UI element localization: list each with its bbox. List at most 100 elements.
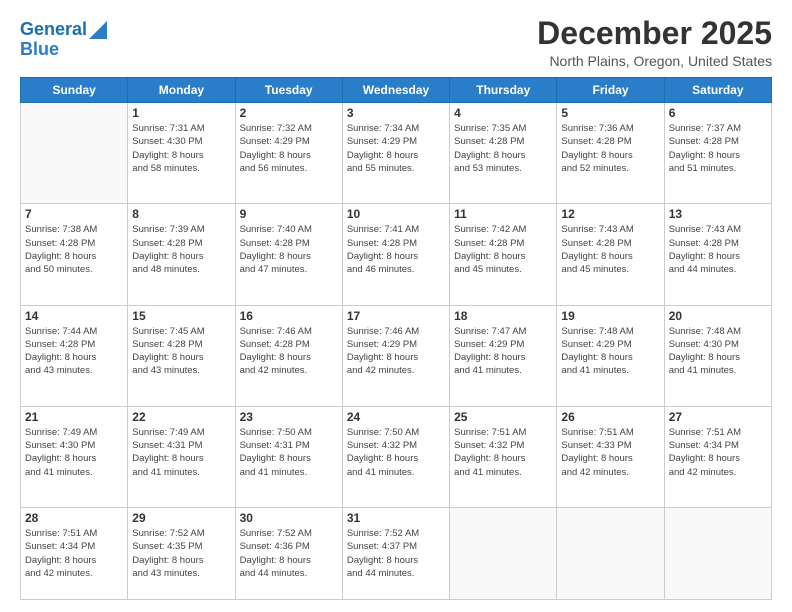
day-info: Sunrise: 7:44 AM Sunset: 4:28 PM Dayligh… xyxy=(25,325,123,378)
day-info: Sunrise: 7:35 AM Sunset: 4:28 PM Dayligh… xyxy=(454,122,552,175)
header: General Blue December 2025 North Plains,… xyxy=(20,16,772,69)
table-row: 4Sunrise: 7:35 AM Sunset: 4:28 PM Daylig… xyxy=(450,103,557,204)
day-info: Sunrise: 7:42 AM Sunset: 4:28 PM Dayligh… xyxy=(454,223,552,276)
day-number: 7 xyxy=(25,207,123,221)
day-number: 11 xyxy=(454,207,552,221)
day-number: 25 xyxy=(454,410,552,424)
day-number: 21 xyxy=(25,410,123,424)
day-info: Sunrise: 7:36 AM Sunset: 4:28 PM Dayligh… xyxy=(561,122,659,175)
day-number: 1 xyxy=(132,106,230,120)
table-row: 3 Sunrise: 7:34 AM Sunset: 4:29 PM Daylig… xyxy=(342,103,449,204)
day-number: 20 xyxy=(669,309,767,323)
day-info: Sunrise: 7:47 AM Sunset: 4:29 PM Dayligh… xyxy=(454,325,552,378)
col-saturday: Saturday xyxy=(664,78,771,103)
day-number: 28 xyxy=(25,511,123,525)
day-info: Sunrise: 7:52 AM Sunset: 4:35 PM Dayligh… xyxy=(132,527,230,580)
table-row: 8 Sunrise: 7:39 AM Sunset: 4:28 PM Daylig… xyxy=(128,204,235,305)
day-info: Sunrise: 7:51 AM Sunset: 4:34 PM Dayligh… xyxy=(25,527,123,580)
table-row: 27 Sunrise: 7:51 AM Sunset: 4:34 PM Dayli… xyxy=(664,406,771,507)
day-info: Sunrise: 7:49 AM Sunset: 4:31 PM Dayligh… xyxy=(132,426,230,479)
table-row: 1 Sunrise: 7:31 AM Sunset: 4:30 PM Daylig… xyxy=(128,103,235,204)
table-row: 16 Sunrise: 7:46 AM Sunset: 4:28 PM Dayli… xyxy=(235,305,342,406)
day-number: 22 xyxy=(132,410,230,424)
table-row xyxy=(664,507,771,599)
col-thursday: Thursday xyxy=(450,78,557,103)
day-info: Sunrise: 7:31 AM Sunset: 4:30 PM Dayligh… xyxy=(132,122,230,175)
day-info: Sunrise: 7:32 AM Sunset: 4:29 PM Dayligh… xyxy=(240,122,338,175)
table-row xyxy=(557,507,664,599)
day-number: 12 xyxy=(561,207,659,221)
logo-text-blue: Blue xyxy=(20,40,59,60)
table-row: 15 Sunrise: 7:45 AM Sunset: 4:28 PM Dayli… xyxy=(128,305,235,406)
day-info: Sunrise: 7:37 AM Sunset: 4:28 PM Dayligh… xyxy=(669,122,767,175)
day-info: Sunrise: 7:43 AM Sunset: 4:28 PM Dayligh… xyxy=(669,223,767,276)
table-row: 7 Sunrise: 7:38 AM Sunset: 4:28 PM Daylig… xyxy=(21,204,128,305)
day-info: Sunrise: 7:50 AM Sunset: 4:31 PM Dayligh… xyxy=(240,426,338,479)
day-info: Sunrise: 7:52 AM Sunset: 4:36 PM Dayligh… xyxy=(240,527,338,580)
table-row: 19 Sunrise: 7:48 AM Sunset: 4:29 PM Dayli… xyxy=(557,305,664,406)
table-row: 9 Sunrise: 7:40 AM Sunset: 4:28 PM Daylig… xyxy=(235,204,342,305)
day-info: Sunrise: 7:48 AM Sunset: 4:29 PM Dayligh… xyxy=(561,325,659,378)
day-number: 10 xyxy=(347,207,445,221)
day-number: 23 xyxy=(240,410,338,424)
table-row: 23 Sunrise: 7:50 AM Sunset: 4:31 PM Dayli… xyxy=(235,406,342,507)
table-row: 25 Sunrise: 7:51 AM Sunset: 4:32 PM Dayli… xyxy=(450,406,557,507)
day-number: 6 xyxy=(669,106,767,120)
day-number: 16 xyxy=(240,309,338,323)
table-row: 30 Sunrise: 7:52 AM Sunset: 4:36 PM Dayli… xyxy=(235,507,342,599)
day-number: 27 xyxy=(669,410,767,424)
day-info: Sunrise: 7:48 AM Sunset: 4:30 PM Dayligh… xyxy=(669,325,767,378)
day-info: Sunrise: 7:45 AM Sunset: 4:28 PM Dayligh… xyxy=(132,325,230,378)
day-number: 3 xyxy=(347,106,445,120)
day-info: Sunrise: 7:50 AM Sunset: 4:32 PM Dayligh… xyxy=(347,426,445,479)
day-info: Sunrise: 7:34 AM Sunset: 4:29 PM Dayligh… xyxy=(347,122,445,175)
table-row xyxy=(450,507,557,599)
table-row: 17Sunrise: 7:46 AM Sunset: 4:29 PM Dayli… xyxy=(342,305,449,406)
day-number: 29 xyxy=(132,511,230,525)
day-info: Sunrise: 7:49 AM Sunset: 4:30 PM Dayligh… xyxy=(25,426,123,479)
table-row xyxy=(21,103,128,204)
table-row: 29 Sunrise: 7:52 AM Sunset: 4:35 PM Dayli… xyxy=(128,507,235,599)
table-row: 21 Sunrise: 7:49 AM Sunset: 4:30 PM Dayli… xyxy=(21,406,128,507)
day-info: Sunrise: 7:51 AM Sunset: 4:34 PM Dayligh… xyxy=(669,426,767,479)
col-tuesday: Tuesday xyxy=(235,78,342,103)
day-number: 8 xyxy=(132,207,230,221)
day-number: 24 xyxy=(347,410,445,424)
table-row: 28 Sunrise: 7:51 AM Sunset: 4:34 PM Dayli… xyxy=(21,507,128,599)
logo-text-general: General xyxy=(20,20,87,40)
col-sunday: Sunday xyxy=(21,78,128,103)
day-info: Sunrise: 7:46 AM Sunset: 4:28 PM Dayligh… xyxy=(240,325,338,378)
table-row: 22 Sunrise: 7:49 AM Sunset: 4:31 PM Dayli… xyxy=(128,406,235,507)
day-info: Sunrise: 7:46 AM Sunset: 4:29 PM Dayligh… xyxy=(347,325,445,378)
day-number: 31 xyxy=(347,511,445,525)
table-row: 5 Sunrise: 7:36 AM Sunset: 4:28 PM Daylig… xyxy=(557,103,664,204)
day-number: 19 xyxy=(561,309,659,323)
day-number: 13 xyxy=(669,207,767,221)
calendar-table: Sunday Monday Tuesday Wednesday Thursday… xyxy=(20,77,772,600)
table-row: 31Sunrise: 7:52 AM Sunset: 4:37 PM Dayli… xyxy=(342,507,449,599)
table-row: 14 Sunrise: 7:44 AM Sunset: 4:28 PM Dayli… xyxy=(21,305,128,406)
table-row: 12Sunrise: 7:43 AM Sunset: 4:28 PM Dayli… xyxy=(557,204,664,305)
day-number: 14 xyxy=(25,309,123,323)
day-info: Sunrise: 7:51 AM Sunset: 4:33 PM Dayligh… xyxy=(561,426,659,479)
day-number: 5 xyxy=(561,106,659,120)
table-row: 2 Sunrise: 7:32 AM Sunset: 4:29 PM Daylig… xyxy=(235,103,342,204)
day-number: 2 xyxy=(240,106,338,120)
day-info: Sunrise: 7:40 AM Sunset: 4:28 PM Dayligh… xyxy=(240,223,338,276)
table-row: 20 Sunrise: 7:48 AM Sunset: 4:30 PM Dayli… xyxy=(664,305,771,406)
location: North Plains, Oregon, United States xyxy=(537,53,772,69)
table-row: 18Sunrise: 7:47 AM Sunset: 4:29 PM Dayli… xyxy=(450,305,557,406)
day-number: 15 xyxy=(132,309,230,323)
table-row: 24 Sunrise: 7:50 AM Sunset: 4:32 PM Dayli… xyxy=(342,406,449,507)
day-info: Sunrise: 7:39 AM Sunset: 4:28 PM Dayligh… xyxy=(132,223,230,276)
col-monday: Monday xyxy=(128,78,235,103)
day-info: Sunrise: 7:51 AM Sunset: 4:32 PM Dayligh… xyxy=(454,426,552,479)
day-info: Sunrise: 7:38 AM Sunset: 4:28 PM Dayligh… xyxy=(25,223,123,276)
col-friday: Friday xyxy=(557,78,664,103)
day-number: 30 xyxy=(240,511,338,525)
table-row: 11 Sunrise: 7:42 AM Sunset: 4:28 PM Dayli… xyxy=(450,204,557,305)
table-row: 26Sunrise: 7:51 AM Sunset: 4:33 PM Dayli… xyxy=(557,406,664,507)
month-title: December 2025 xyxy=(537,16,772,51)
logo: General Blue xyxy=(20,20,107,60)
day-number: 9 xyxy=(240,207,338,221)
